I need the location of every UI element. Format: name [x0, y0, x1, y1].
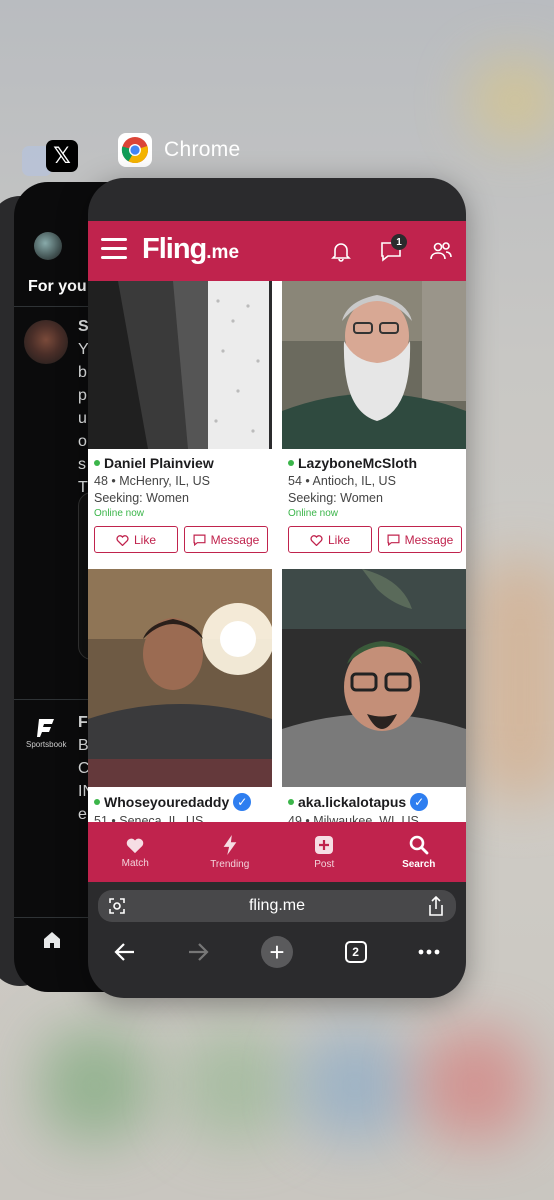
tweet-text-line: b: [78, 364, 87, 381]
tab-count-button[interactable]: 2: [344, 941, 367, 963]
nav-trending[interactable]: Trending: [183, 822, 278, 882]
promo-text-line: e: [78, 806, 87, 823]
profile-location: 49 • Milwaukee, WI, US: [288, 814, 419, 822]
profile-name[interactable]: Whoseyouredaddy: [104, 794, 229, 810]
tweet-text-line: p: [78, 387, 87, 404]
bell-icon[interactable]: [329, 239, 353, 263]
chrome-icon: [118, 133, 152, 167]
sportsbook-logo-icon: [37, 719, 54, 737]
browser-toolbar: + 2: [88, 930, 466, 974]
home-icon[interactable]: [42, 930, 62, 950]
search-icon: [409, 835, 429, 854]
verified-badge-icon: ✓: [410, 793, 429, 811]
x-app-icon: 𝕏: [46, 140, 78, 172]
chat-icon: [387, 534, 400, 546]
profile-avatar[interactable]: [34, 232, 62, 260]
profile-name[interactable]: LazyboneMcSloth: [298, 455, 417, 471]
profile-seeking: Seeking: Women: [94, 491, 189, 505]
chrome-app-card[interactable]: Fling.me 1 Daniel Plainview 48 • McHenry…: [88, 178, 466, 998]
site-bottom-nav: Match Trending Post Search: [88, 822, 466, 882]
forward-icon[interactable]: [187, 942, 209, 962]
profile-card[interactable]: LazyboneMcSloth 54 • Antioch, IL, US See…: [282, 281, 466, 553]
online-dot: [94, 460, 100, 466]
heart-outline-icon: [116, 534, 129, 546]
back-icon[interactable]: [114, 942, 136, 962]
app-name: Chrome: [164, 138, 241, 161]
menu-icon[interactable]: [101, 238, 127, 260]
verified-badge-icon: ✓: [233, 793, 252, 811]
profile-name[interactable]: Daniel Plainview: [104, 455, 214, 471]
tab-for-you[interactable]: For you: [28, 278, 87, 296]
chrome-app-label: Chrome: [118, 133, 241, 167]
profile-card[interactable]: aka.lickalotapus ✓ 49 • Milwaukee, WI, US: [282, 569, 466, 822]
profile-location: 48 • McHenry, IL, US: [94, 474, 210, 488]
profile-card[interactable]: Daniel Plainview 48 • McHenry, IL, US Se…: [88, 281, 272, 553]
profile-location: 51 • Seneca, IL, US: [94, 814, 204, 822]
message-button[interactable]: Message: [184, 526, 268, 553]
tweet-text-line: o: [78, 433, 87, 450]
profile-card[interactable]: Whoseyouredaddy ✓ 51 • Seneca, IL, US: [88, 569, 272, 822]
online-dot: [288, 460, 294, 466]
sportsbook-logo: Sportsbook: [26, 716, 66, 749]
new-tab-button[interactable]: +: [260, 936, 293, 968]
tweet-text-line: u: [78, 410, 87, 427]
profile-photo[interactable]: [282, 281, 466, 449]
profile-name[interactable]: aka.lickalotapus: [298, 794, 406, 810]
online-dot: [94, 799, 100, 805]
profile-photo[interactable]: [88, 569, 272, 787]
online-status: Online now: [288, 508, 339, 519]
message-count-badge: 1: [391, 234, 407, 250]
chat-icon: [193, 534, 206, 546]
profile-seeking: Seeking: Women: [288, 491, 383, 505]
profile-grid: Daniel Plainview 48 • McHenry, IL, US Se…: [88, 281, 466, 822]
online-dot: [288, 799, 294, 805]
profile-photo[interactable]: [88, 281, 272, 449]
share-icon[interactable]: [428, 896, 444, 916]
url-text[interactable]: fling.me: [98, 897, 456, 915]
heart-outline-icon: [310, 534, 323, 546]
like-button[interactable]: Like: [288, 526, 372, 553]
more-options-icon[interactable]: [418, 949, 440, 955]
site-header: Fling.me 1: [88, 221, 466, 281]
site-logo[interactable]: Fling.me: [142, 233, 239, 266]
address-bar[interactable]: fling.me: [98, 890, 456, 922]
online-status: Online now: [94, 508, 145, 519]
lightning-icon: [223, 834, 237, 855]
chrome-logo-icon: [121, 137, 148, 164]
like-button[interactable]: Like: [94, 526, 178, 553]
tweet-avatar[interactable]: [24, 320, 68, 364]
tweet-text-line: s: [78, 456, 86, 473]
heart-icon: [127, 838, 144, 853]
nav-post[interactable]: Post: [277, 822, 372, 882]
plus-square-icon: [315, 835, 334, 854]
friends-icon[interactable]: [429, 239, 453, 263]
profile-photo[interactable]: [282, 569, 466, 787]
nav-match[interactable]: Match: [88, 822, 183, 882]
profile-location: 54 • Antioch, IL, US: [288, 474, 396, 488]
promo-author: F: [78, 714, 88, 731]
message-button[interactable]: Message: [378, 526, 462, 553]
nav-search[interactable]: Search: [372, 822, 467, 882]
